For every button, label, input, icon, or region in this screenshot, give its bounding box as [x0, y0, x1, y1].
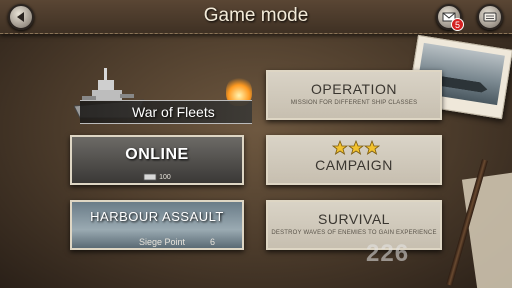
operation-title: OPERATION: [311, 81, 397, 97]
star-icon: [347, 140, 365, 155]
mail-count-badge: 5: [451, 18, 464, 31]
star-icon: [363, 140, 380, 155]
survival-title: SURVIVAL: [318, 211, 390, 227]
campaign-title: CAMPAIGN: [315, 157, 393, 173]
star-icon: [332, 140, 349, 155]
harbour-assault-mode-card[interactable]: HARBOUR ASSAULT Siege Point 6: [70, 200, 244, 250]
siege-point-value: 6: [210, 237, 216, 247]
harbour-assault-title: HARBOUR ASSAULT: [90, 209, 224, 224]
operation-mode-card[interactable]: OPERATION MISSION FOR DIFFERENT SHIP CLA…: [266, 70, 442, 120]
online-stat-row: 100: [72, 173, 242, 181]
crate-icon: [143, 173, 157, 181]
harbour-assault-stat-row: Siege Point 6: [72, 237, 242, 247]
survival-subtitle: DESTROY WAVES OF ENEMIES TO GAIN EXPERIE…: [271, 230, 437, 236]
survival-mode-card[interactable]: SURVIVAL DESTROY WAVES OF ENEMIES TO GAI…: [266, 200, 442, 250]
siege-point-label: Siege Point: [138, 237, 185, 247]
campaign-stars: [332, 140, 380, 155]
back-arrow-icon: [17, 12, 24, 22]
paper-decoration: [461, 171, 512, 288]
war-of-fleets-label: War of Fleets: [132, 104, 215, 120]
online-value: 100: [159, 173, 171, 181]
online-mode-card[interactable]: ONLINE 100: [70, 135, 244, 185]
settings-button[interactable]: [477, 4, 503, 30]
operation-subtitle: MISSION FOR DIFFERENT SHIP CLASSES: [290, 100, 418, 106]
online-title: ONLINE: [125, 146, 189, 163]
back-button[interactable]: [8, 4, 34, 30]
watermark: 226: [366, 240, 410, 267]
campaign-mode-card[interactable]: CAMPAIGN: [266, 135, 442, 185]
settings-icon: [483, 12, 497, 22]
